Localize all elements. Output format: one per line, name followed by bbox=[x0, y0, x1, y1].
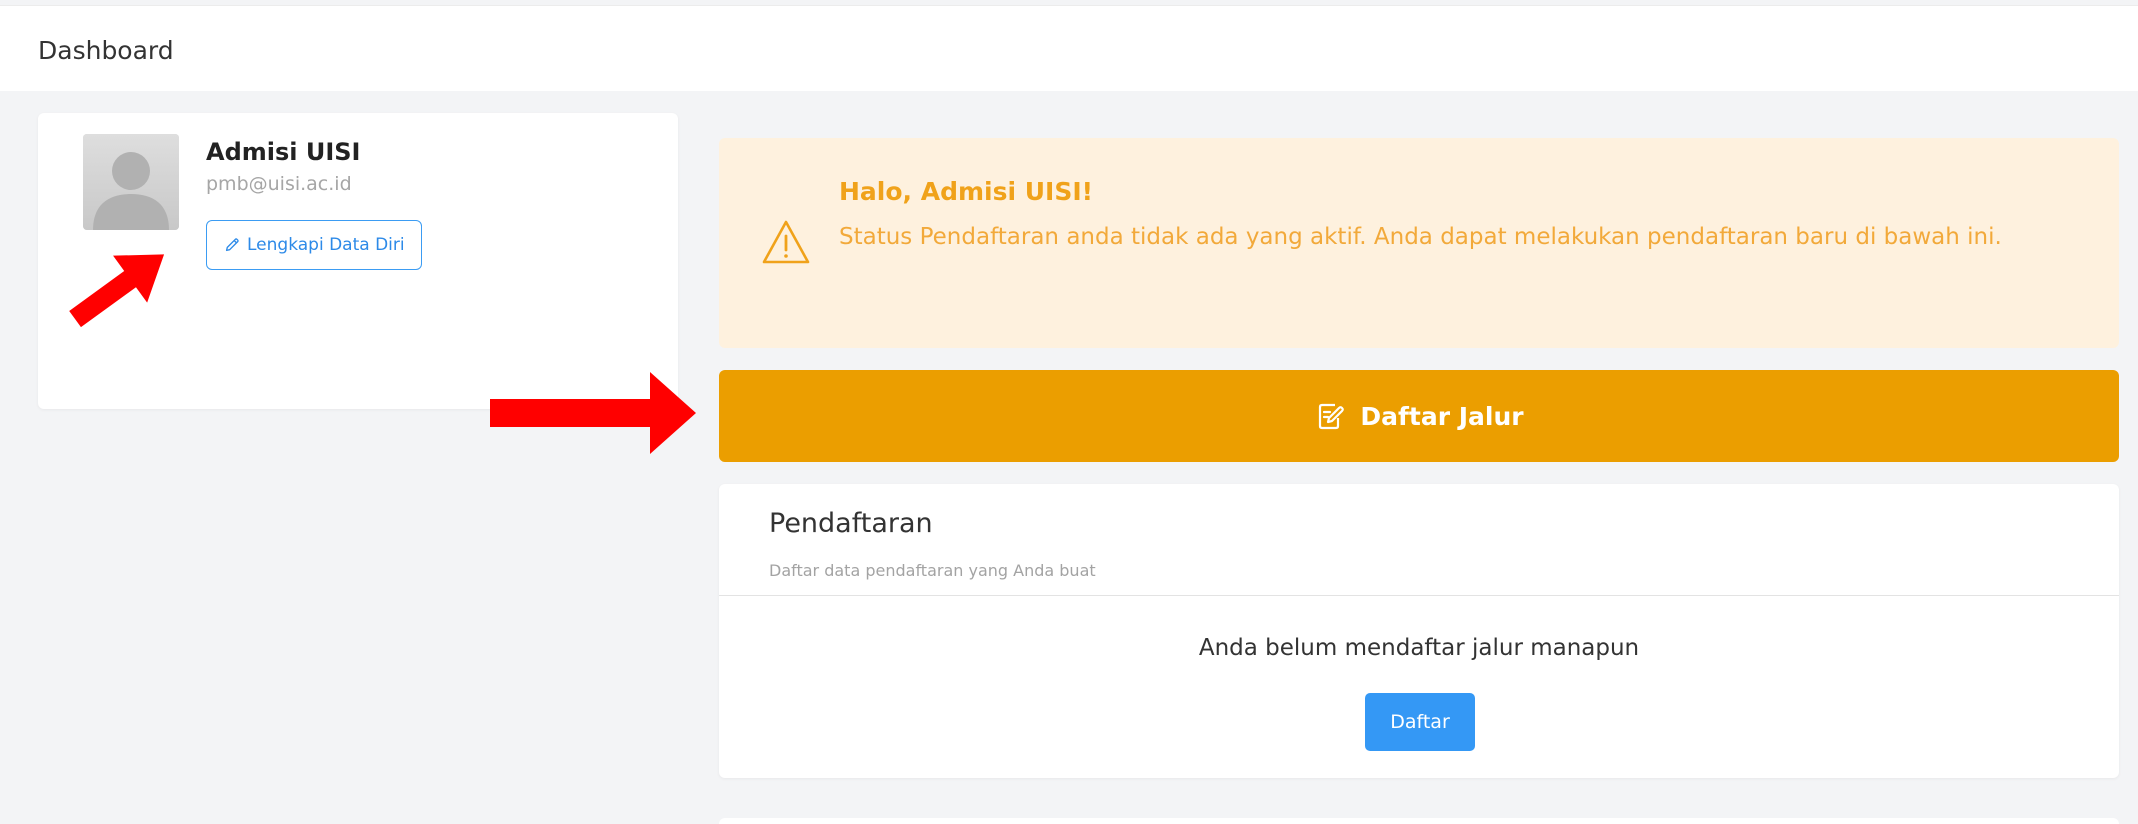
registration-title: Pendaftaran bbox=[769, 508, 933, 539]
complete-profile-label: Lengkapi Data Diri bbox=[247, 235, 405, 255]
edit-document-icon bbox=[1314, 400, 1346, 432]
status-alert: Halo, Admisi UISI! Status Pendaftaran an… bbox=[719, 138, 2119, 348]
alert-message: Status Pendaftaran anda tidak ada yang a… bbox=[839, 224, 2002, 250]
avatar-placeholder-icon bbox=[83, 134, 179, 230]
warning-triangle-icon bbox=[761, 219, 811, 265]
empty-state-message: Anda belum mendaftar jalur manapun bbox=[1198, 635, 1640, 661]
annotation-arrow-right bbox=[490, 372, 700, 454]
annotation-arrow-diagonal bbox=[62, 230, 182, 340]
registration-subtitle: Daftar data pendaftaran yang Anda buat bbox=[769, 561, 1096, 580]
avatar bbox=[83, 134, 179, 230]
page-title: Dashboard bbox=[38, 36, 174, 65]
daftar-button[interactable]: Daftar bbox=[1365, 693, 1475, 751]
daftar-jalur-label: Daftar Jalur bbox=[1360, 401, 1524, 431]
complete-profile-button[interactable]: Lengkapi Data Diri bbox=[206, 220, 422, 270]
next-card-edge bbox=[719, 818, 2119, 824]
daftar-jalur-button[interactable]: Daftar Jalur bbox=[719, 370, 2119, 462]
top-header-bar: Dashboard bbox=[0, 5, 2138, 91]
user-email: pmb@uisi.ac.id bbox=[206, 173, 352, 195]
divider bbox=[719, 595, 2119, 596]
registration-card: Pendaftaran Daftar data pendaftaran yang… bbox=[719, 484, 2119, 778]
pencil-icon bbox=[223, 236, 241, 254]
alert-title: Halo, Admisi UISI! bbox=[839, 177, 1094, 206]
user-name: Admisi UISI bbox=[206, 138, 361, 166]
